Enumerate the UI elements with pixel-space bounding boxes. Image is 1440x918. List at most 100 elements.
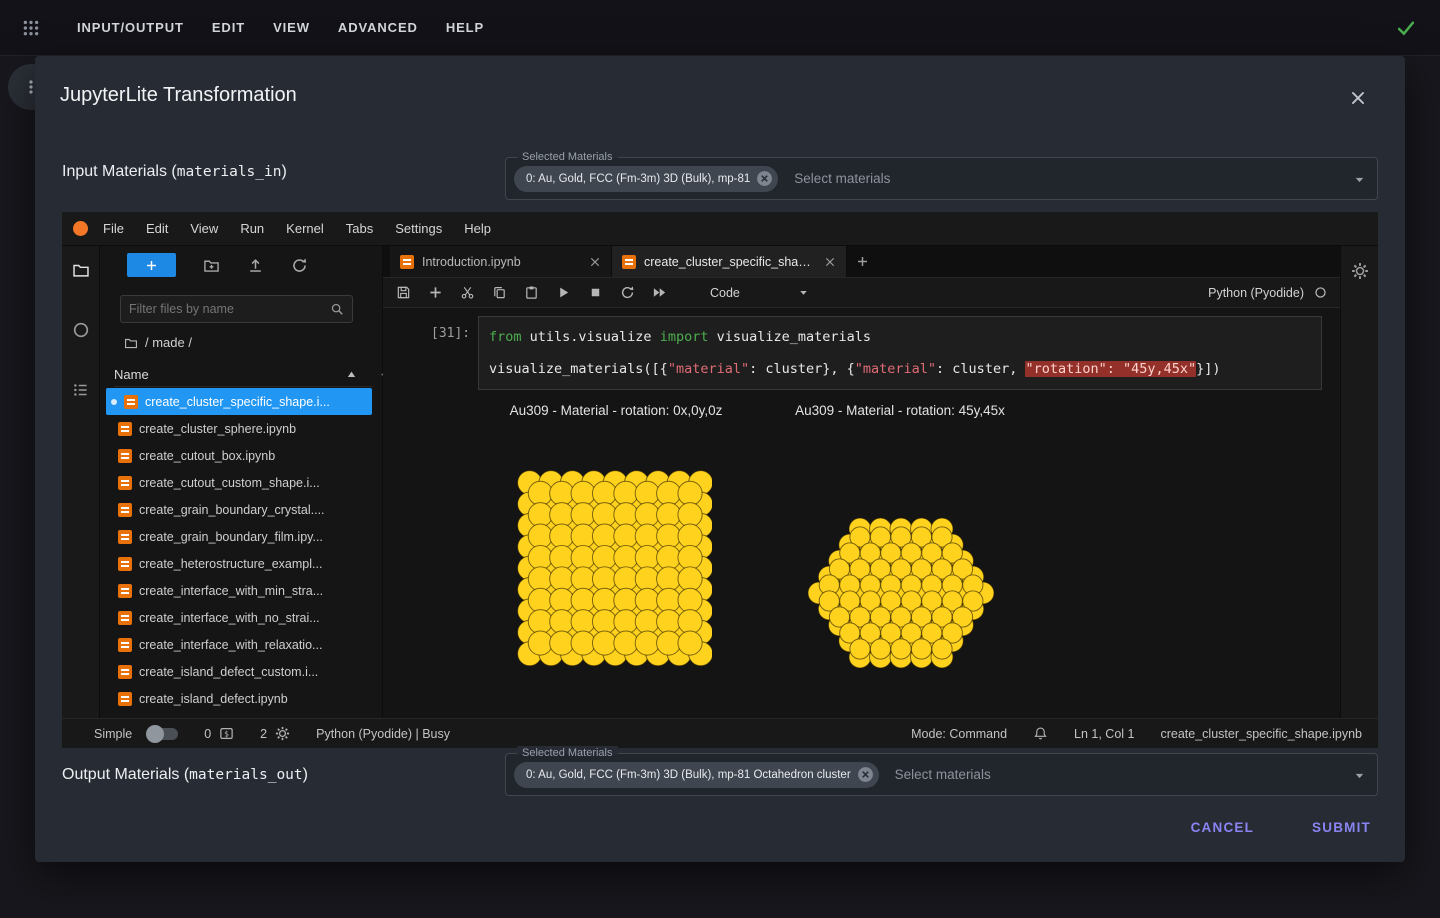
material-chip[interactable]: 0: Au, Gold, FCC (Fm-3m) 3D (Bulk), mp-8… — [514, 166, 778, 192]
file-list-item[interactable]: create_interface_with_min_stra... — [100, 577, 382, 604]
menu-input-output[interactable]: INPUT/OUTPUT — [75, 14, 186, 41]
file-list-item[interactable]: create_interface_with_no_strai... — [100, 604, 382, 631]
insert-cell-icon[interactable] — [428, 285, 443, 300]
name-column-header[interactable]: Name — [114, 363, 373, 387]
running-sessions-icon[interactable] — [72, 321, 90, 339]
jl-menu-run[interactable]: Run — [229, 221, 275, 236]
file-list-item[interactable]: create_grain_boundary_crystal.... — [100, 496, 382, 523]
notebook-content: [31]: from utils.visualize import visual… — [383, 308, 1340, 718]
cluster-visualization-square — [517, 470, 712, 667]
jupyter-statusbar: Simple 0 2 Python (Pyodide) | Busy Mode:… — [62, 718, 1378, 748]
cut-icon[interactable] — [460, 285, 475, 300]
upload-icon[interactable] — [247, 257, 264, 274]
simple-mode-label: Simple — [94, 727, 132, 741]
select-placeholder: Select materials — [794, 171, 890, 186]
app-logo-icon[interactable] — [22, 19, 40, 37]
tab-create-cluster[interactable]: create_cluster_specific_shape.ipynb — [612, 246, 847, 277]
mode-indicator: Mode: Command — [911, 727, 1007, 741]
notebook-file-icon — [118, 611, 132, 625]
app-topbar: INPUT/OUTPUT EDIT VIEW ADVANCED HELP — [0, 0, 1440, 56]
menu-advanced[interactable]: ADVANCED — [336, 14, 420, 41]
submit-button[interactable]: SUBMIT — [1306, 812, 1377, 843]
copy-icon[interactable] — [492, 285, 507, 300]
kernel-name: Python (Pyodide) — [1208, 286, 1304, 300]
file-list-item[interactable]: create_island_defect.ipynb — [100, 685, 382, 712]
notebook-file-icon — [118, 530, 132, 544]
cell-execution-prompt: [31]: — [431, 326, 470, 341]
tab-close-icon[interactable] — [824, 256, 836, 268]
notebook-file-icon — [118, 449, 132, 463]
table-of-contents-icon[interactable] — [72, 381, 90, 399]
material-chip-label: 0: Au, Gold, FCC (Fm-3m) 3D (Bulk), mp-8… — [526, 173, 750, 185]
file-list-item[interactable]: create_cluster_sphere.ipynb — [100, 415, 382, 442]
jl-menu-settings[interactable]: Settings — [384, 221, 453, 236]
search-icon — [330, 302, 344, 316]
file-list-item[interactable]: create_interface_with_relaxatio... — [100, 631, 382, 658]
jl-menu-tabs[interactable]: Tabs — [335, 221, 384, 236]
new-launcher-button[interactable] — [127, 253, 176, 277]
output-materials-label: Output Materials (materials_out) — [62, 766, 308, 784]
run-icon[interactable] — [556, 285, 571, 300]
jl-menu-edit[interactable]: Edit — [135, 221, 179, 236]
output-materials-select[interactable]: Selected Materials 0: Au, Gold, FCC (Fm-… — [505, 753, 1378, 796]
paste-icon[interactable] — [524, 285, 539, 300]
breadcrumb[interactable]: / made / — [124, 335, 192, 350]
file-browser-toolbar — [100, 246, 382, 284]
simple-mode-toggle[interactable] — [148, 728, 178, 740]
bell-icon[interactable] — [1033, 726, 1048, 741]
chevron-down-icon[interactable] — [1352, 768, 1367, 783]
refresh-icon[interactable] — [291, 257, 308, 274]
file-list-item-selected[interactable]: create_cluster_specific_shape.i... — [106, 388, 372, 415]
file-browser-tab-icon[interactable] — [72, 261, 90, 279]
dialog-title: JupyterLite Transformation — [60, 84, 297, 107]
file-list-item[interactable]: create_cutout_custom_shape.i... — [100, 469, 382, 496]
terminal-icon[interactable] — [219, 726, 234, 741]
file-list-item[interactable]: create_cutout_box.ipynb — [100, 442, 382, 469]
save-icon[interactable] — [396, 285, 411, 300]
material-chip[interactable]: 0: Au, Gold, FCC (Fm-3m) 3D (Bulk), mp-8… — [514, 762, 879, 788]
close-icon[interactable] — [1349, 89, 1367, 107]
active-filename: create_cluster_specific_shape.ipynb — [1160, 727, 1362, 741]
jupyterlite-dialog: JupyterLite Transformation Input Materia… — [35, 56, 1405, 862]
file-list-item[interactable]: create_island_defect_custom.i... — [100, 658, 382, 685]
jl-menu-help[interactable]: Help — [453, 221, 502, 236]
kernel-switcher[interactable]: Python (Pyodide) — [1208, 286, 1327, 300]
jl-menu-kernel[interactable]: Kernel — [275, 221, 335, 236]
gear-icon[interactable] — [275, 726, 290, 741]
chevron-down-icon[interactable] — [797, 286, 810, 299]
menu-view[interactable]: VIEW — [271, 14, 312, 41]
menu-help[interactable]: HELP — [444, 14, 486, 41]
cancel-button[interactable]: CANCEL — [1185, 812, 1260, 843]
restart-kernel-icon[interactable] — [620, 285, 635, 300]
notebook-file-icon — [400, 255, 414, 269]
tab-close-icon[interactable] — [589, 256, 601, 268]
new-folder-icon[interactable] — [203, 257, 220, 274]
chevron-down-icon[interactable] — [1352, 172, 1367, 187]
notebook-toolbar: Code Python (Pyodide) — [383, 278, 1340, 308]
code-cell-editor[interactable]: from utils.visualize import visualize_ma… — [478, 316, 1322, 390]
tab-introduction[interactable]: Introduction.ipynb — [390, 246, 612, 277]
chip-remove-icon[interactable] — [857, 766, 874, 783]
cursor-position[interactable]: Ln 1, Col 1 — [1074, 727, 1134, 741]
notebook-file-icon — [118, 476, 132, 490]
notebook-main-area: Introduction.ipynb create_cluster_specif… — [383, 246, 1340, 718]
output-label-code: materials_out — [189, 767, 303, 783]
file-filter-box — [120, 295, 353, 323]
notebook-file-icon — [118, 503, 132, 517]
right-sidebar — [1340, 246, 1378, 718]
new-tab-icon[interactable] — [847, 246, 877, 277]
chip-remove-icon[interactable] — [756, 170, 773, 187]
jl-menu-file[interactable]: File — [92, 221, 135, 236]
gear-icon[interactable] — [1351, 262, 1369, 718]
input-label-code: materials_in — [177, 164, 282, 180]
stop-icon[interactable] — [588, 285, 603, 300]
cell-type-select[interactable]: Code — [710, 286, 740, 300]
menu-edit[interactable]: EDIT — [210, 14, 247, 41]
notebook-file-icon — [622, 255, 636, 269]
jl-menu-view[interactable]: View — [179, 221, 229, 236]
file-list-item[interactable]: create_heterostructure_exampl... — [100, 550, 382, 577]
input-materials-select[interactable]: Selected Materials 0: Au, Gold, FCC (Fm-… — [505, 157, 1378, 200]
file-filter-input[interactable] — [121, 302, 330, 316]
run-all-icon[interactable] — [652, 285, 667, 300]
file-list-item[interactable]: create_grain_boundary_film.ipy... — [100, 523, 382, 550]
